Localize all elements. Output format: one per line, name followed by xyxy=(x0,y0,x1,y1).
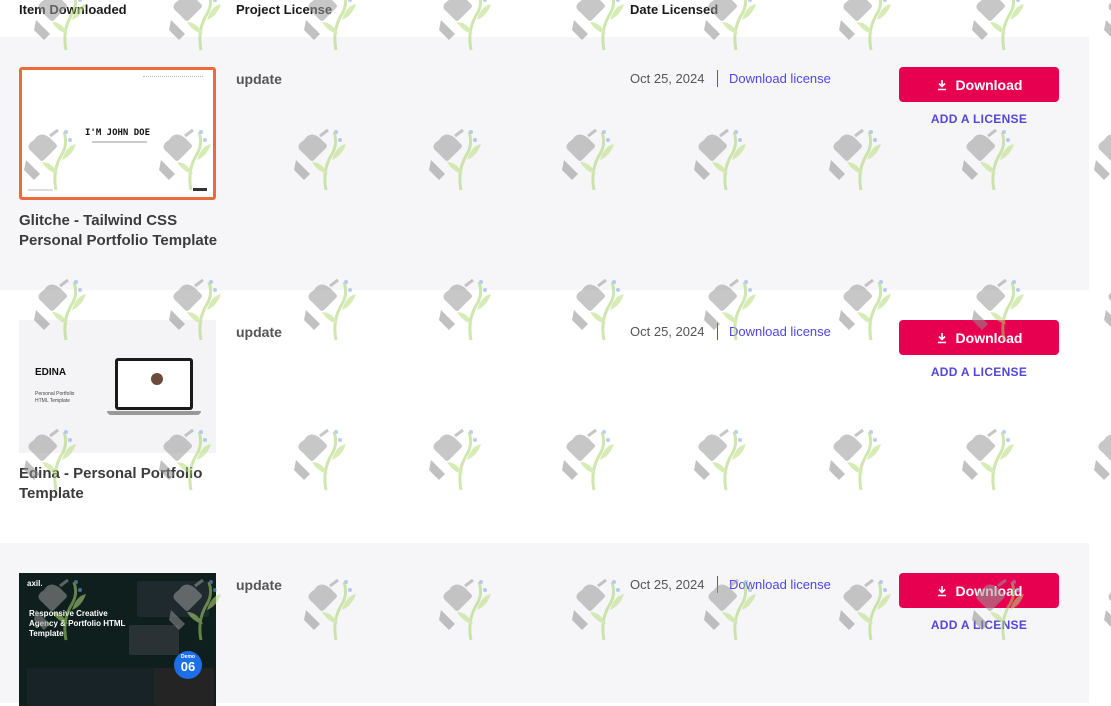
item-title[interactable]: Edina - Personal Portfolio Template xyxy=(19,464,229,504)
add-license-link[interactable]: ADD A LICENSE xyxy=(899,112,1059,126)
header-item-downloaded: Item Downloaded xyxy=(19,2,127,17)
thumbnail-brand: EDINA xyxy=(35,367,67,378)
item-thumbnail[interactable]: I'M JOHN DOE xyxy=(19,67,216,200)
separator xyxy=(717,576,718,593)
download-license-link[interactable]: Download license xyxy=(729,324,831,339)
download-button[interactable]: Download xyxy=(899,67,1059,102)
laptop-graphic xyxy=(115,358,193,410)
license-date: Oct 25, 2024 xyxy=(630,577,705,592)
watermark-icon xyxy=(1104,592,1111,627)
header-project-license: Project License xyxy=(236,2,333,17)
thumbnail-footer xyxy=(28,189,53,191)
download-license-link[interactable]: Download license xyxy=(729,71,831,86)
thumbnail-subtitle xyxy=(92,141,147,143)
license-date: Oct 25, 2024 xyxy=(630,71,705,86)
download-icon xyxy=(937,332,946,343)
download-button[interactable]: Download xyxy=(899,573,1059,608)
license-date: Oct 25, 2024 xyxy=(630,324,705,339)
thumbnail-line: Personal Portfolio xyxy=(35,391,75,397)
watermark-icon xyxy=(1104,292,1111,327)
download-button-label: Download xyxy=(955,329,1023,346)
license-type: update xyxy=(236,324,282,340)
demo-badge-number: 06 xyxy=(180,659,196,674)
item-thumbnail[interactable]: axil. Responsive Creative Agency & Portf… xyxy=(19,573,216,706)
thumbnail-dots xyxy=(193,188,207,191)
table-row: EDINA Personal Portfolio HTML Template E… xyxy=(0,290,1089,543)
separator xyxy=(717,323,718,340)
download-license-link[interactable]: Download license xyxy=(729,577,831,592)
thumbnail-card xyxy=(27,668,167,706)
license-type: update xyxy=(236,577,282,593)
item-thumbnail[interactable]: EDINA Personal Portfolio HTML Template xyxy=(19,320,216,453)
add-license-link[interactable]: ADD A LICENSE xyxy=(899,618,1059,632)
demo-badge: Demo 06 xyxy=(174,651,202,679)
download-button-label: Download xyxy=(955,76,1023,93)
item-title[interactable]: Glitche - Tailwind CSS Personal Portfoli… xyxy=(19,211,229,251)
license-type: update xyxy=(236,71,282,87)
download-button[interactable]: Download xyxy=(899,320,1059,355)
separator xyxy=(717,70,718,87)
add-license-link[interactable]: ADD A LICENSE xyxy=(899,365,1059,379)
download-icon xyxy=(937,79,946,90)
thumbnail-heading: Responsive Creative Agency & Portfolio H… xyxy=(29,609,126,638)
download-icon xyxy=(937,585,946,596)
thumbnail-line: HTML Template xyxy=(35,398,71,404)
download-button-label: Download xyxy=(955,582,1023,599)
thumbnail-title: I'M JOHN DOE xyxy=(84,128,151,138)
laptop-base xyxy=(107,411,201,415)
avatar xyxy=(151,373,163,385)
thumbnail-card xyxy=(129,625,179,655)
watermark-icon xyxy=(1094,434,1111,480)
header-date-licensed: Date Licensed xyxy=(630,2,719,17)
watermark-icon xyxy=(1094,134,1111,180)
table-row: axil. Responsive Creative Agency & Portf… xyxy=(0,543,1089,706)
thumbnail-logo: axil. xyxy=(27,579,43,588)
thumbnail-nav xyxy=(143,76,203,79)
table-row: I'M JOHN DOE Glitche - Tailwind CSS Pers… xyxy=(0,37,1089,290)
thumbnail-card xyxy=(137,581,209,617)
table-header: Item Downloaded Project License Date Lic… xyxy=(0,0,1111,38)
